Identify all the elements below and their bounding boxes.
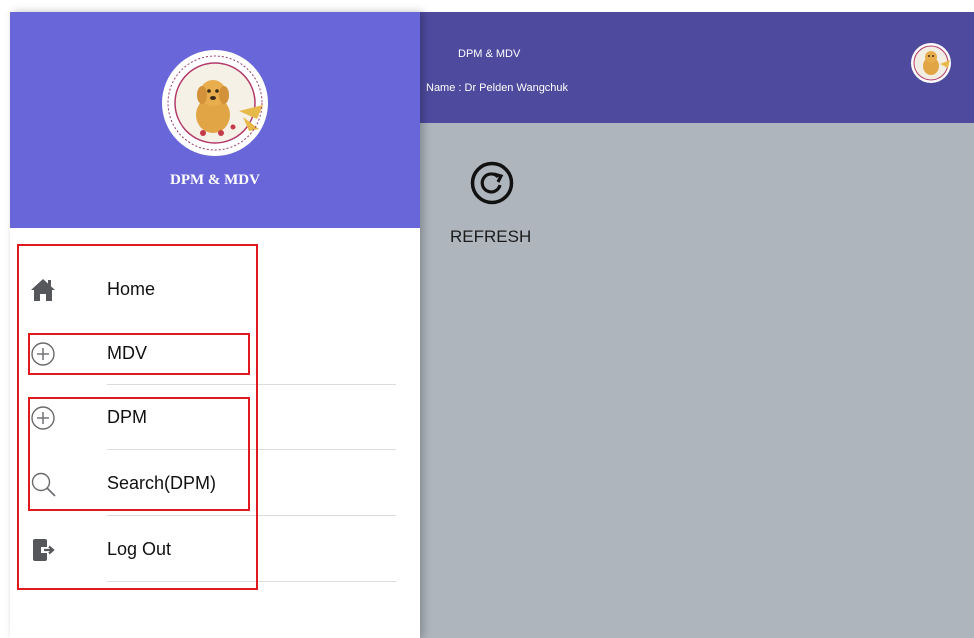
app-header: DPM & MDV Name : Dr Pelden Wangchuk — [420, 12, 974, 123]
refresh-button[interactable]: REFRESH — [450, 161, 550, 251]
drawer-title: DPM & MDV — [170, 172, 260, 188]
refresh-icon — [470, 161, 514, 205]
app-title: DPM & MDV — [458, 48, 521, 60]
highlight-box-mdv — [28, 333, 250, 375]
app-body-overlay: REFRESH — [420, 123, 974, 638]
refresh-label: REFRESH — [450, 227, 532, 246]
user-name: Name : Dr Pelden Wangchuk — [426, 82, 569, 94]
drawer-logo — [162, 50, 268, 156]
app-logo — [911, 43, 951, 83]
highlight-box-dpm — [28, 397, 250, 511]
drawer-header: DPM & MDV — [10, 12, 420, 228]
